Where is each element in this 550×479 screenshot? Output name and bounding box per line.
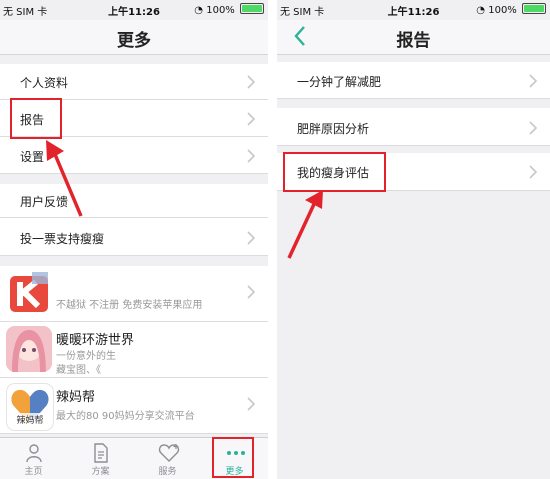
app-title: 暖暖环游世界 [56, 333, 135, 348]
tab-label: 服务 [158, 467, 177, 477]
status-right: ◔ 100% [194, 3, 264, 16]
battery-percent: 100% [488, 5, 517, 16]
chevron-right-icon [247, 397, 256, 411]
chevron-right-icon [247, 149, 256, 163]
page-title: 更多 [117, 31, 151, 51]
battery-icon [240, 3, 264, 14]
tab-plan[interactable]: 方案 [67, 438, 134, 479]
red-arrow-icon [46, 140, 83, 217]
app-description: 一份意外的生 [56, 351, 116, 362]
report-item-obesity-cause[interactable]: 肥胖原因分析 [277, 108, 550, 146]
red-arrow-icon [287, 190, 323, 259]
person-icon [26, 444, 42, 463]
chevron-right-icon [247, 112, 256, 126]
document-icon [94, 443, 108, 463]
page-title: 报告 [396, 31, 431, 51]
app-description: 不越狱 不注册 免费安装苹果应用 [56, 300, 203, 311]
tab-label: 方案 [91, 467, 110, 477]
anime-girl-icon [6, 326, 52, 372]
report-screen: 无 SIM 卡 上午11:26 ◔ 100% 报告 一分钟了解减肥 肥胖原因分析… [277, 0, 550, 479]
app-promo-row[interactable]: 辣妈帮 辣妈帮 最大的80 90妈妈分享交流平台 [0, 378, 268, 434]
tab-service[interactable]: 服务 [134, 438, 201, 479]
app-icon-label: 辣妈帮 [16, 414, 43, 426]
report-item-label: 肥胖原因分析 [297, 122, 370, 136]
chevron-right-icon [247, 75, 256, 89]
chevron-right-icon [247, 285, 256, 299]
status-right: ◔ 100% [476, 3, 546, 16]
app-promo-row[interactable]: 不越狱 不注册 免费安装苹果应用 [0, 266, 268, 322]
rotation-lock-icon: ◔ [476, 5, 486, 16]
rotation-lock-icon: ◔ [194, 5, 204, 16]
app-promo-row[interactable]: 暖暖环游世界 一份意外的生 藏宝图、《 [0, 322, 268, 378]
more-screen: 无 SIM 卡 上午11:26 ◔ 100% 更多 个人资料 报告 设置 用户反… [0, 0, 268, 479]
status-bar: 无 SIM 卡 上午11:26 ◔ 100% [0, 0, 268, 20]
app-description: 最大的80 90妈妈分享交流平台 [56, 411, 195, 422]
highlight-box-report [10, 98, 62, 139]
battery-icon [522, 3, 546, 14]
chevron-right-icon [529, 165, 538, 179]
battery-percent: 100% [206, 5, 235, 16]
tab-home[interactable]: 主页 [0, 438, 67, 479]
menu-item-label: 个人资料 [20, 76, 69, 90]
chevron-right-icon [247, 231, 256, 245]
report-item-understand[interactable]: 一分钟了解减肥 [277, 62, 550, 99]
menu-item-vote[interactable]: 投一票支持瘦瘦 [0, 218, 268, 256]
heart-app-icon: 辣妈帮 [6, 383, 54, 431]
menu-item-profile[interactable]: 个人资料 [0, 64, 268, 100]
k-app-icon [6, 270, 52, 316]
chevron-right-icon [529, 121, 538, 135]
report-item-label: 一分钟了解减肥 [297, 75, 382, 89]
heart-icon [158, 444, 180, 462]
navigation-bar: 更多 [0, 20, 268, 55]
app-title: 辣妈帮 [56, 390, 96, 405]
menu-item-label: 投一票支持瘦瘦 [20, 232, 105, 246]
tab-label: 主页 [24, 467, 43, 477]
highlight-box-more-tab [212, 437, 254, 478]
navigation-bar: 报告 [277, 20, 550, 55]
app-description: 藏宝图、《 [56, 365, 101, 376]
status-bar: 无 SIM 卡 上午11:26 ◔ 100% [277, 0, 550, 20]
chevron-right-icon [529, 74, 538, 88]
